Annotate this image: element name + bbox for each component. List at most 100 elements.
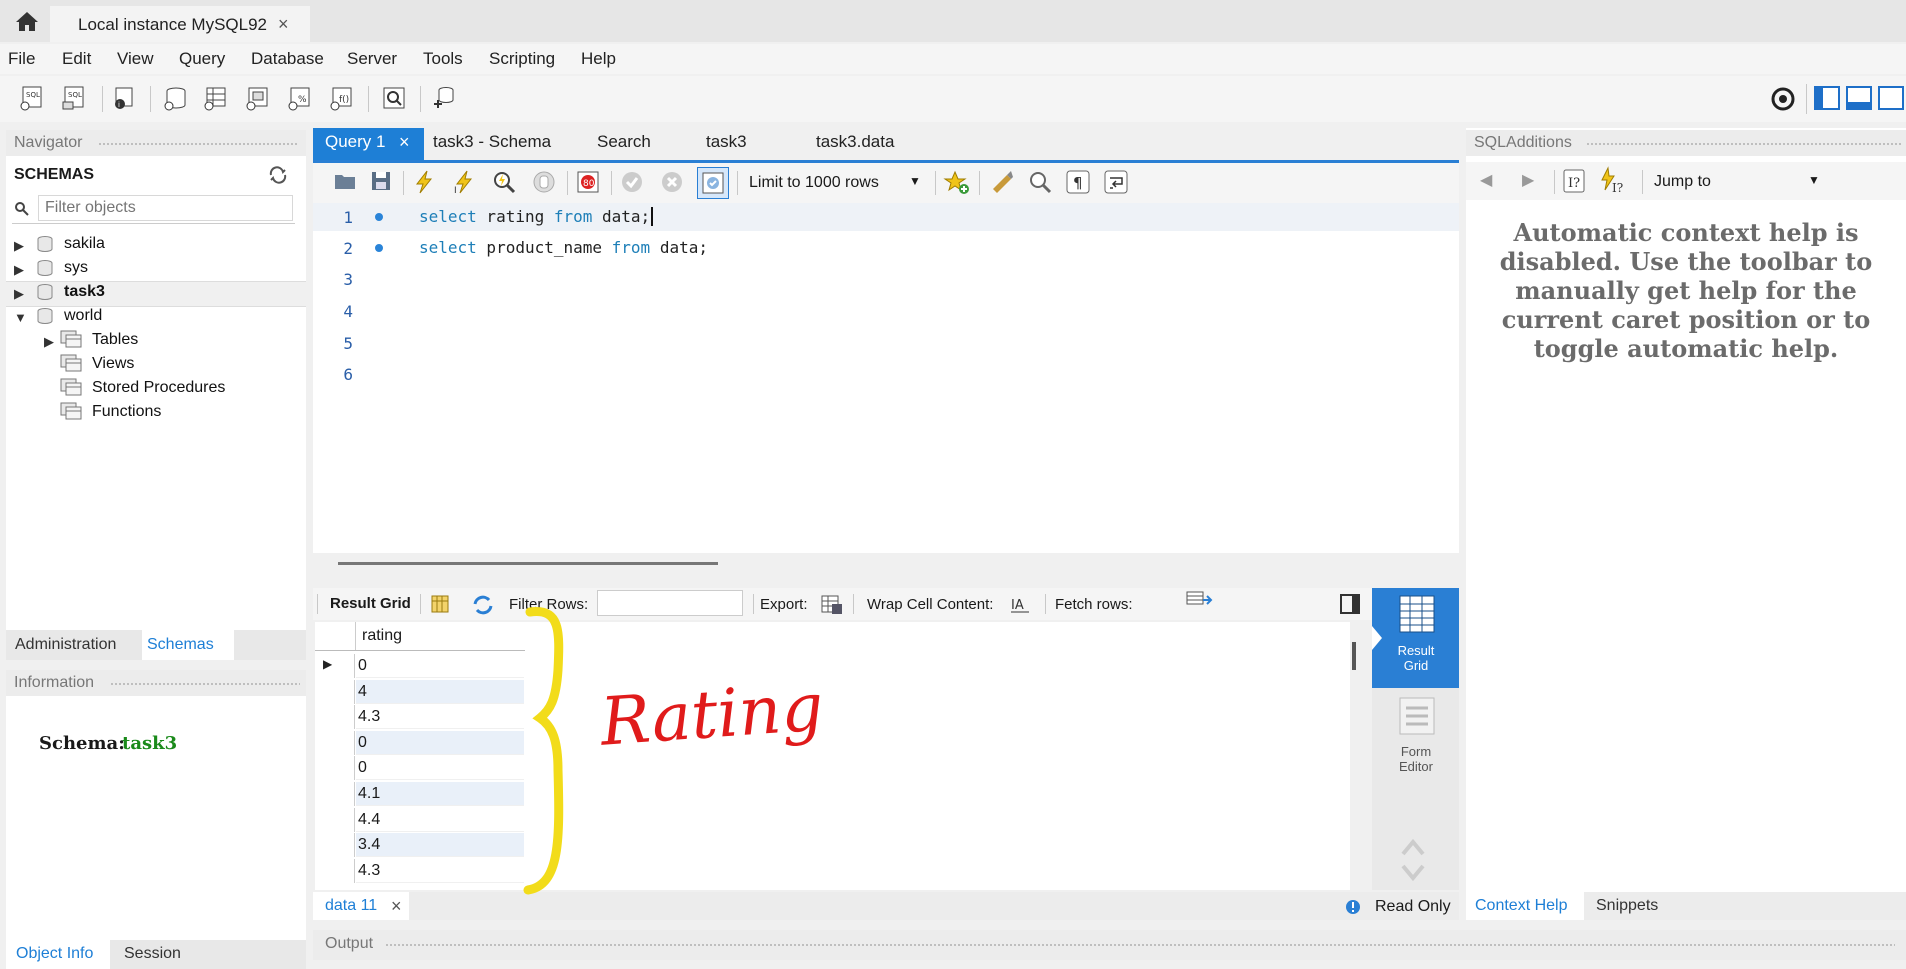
expand-arrow-icon[interactable]: ▶	[14, 262, 24, 278]
grid-cell-rating[interactable]: 0	[356, 731, 524, 755]
stop-icon[interactable]	[531, 169, 557, 195]
refresh-icon[interactable]	[471, 594, 495, 616]
create-view-icon[interactable]	[244, 84, 272, 112]
column-header-rating[interactable]: rating	[362, 627, 402, 645]
create-procedure-icon[interactable]: %	[286, 84, 314, 112]
grid-cell-rating[interactable]: 4	[356, 680, 524, 704]
schema-sakila[interactable]: sakila	[64, 235, 105, 253]
connection-tab[interactable]: Local instance MySQL92 ×	[50, 6, 310, 42]
tab-snippets[interactable]: Snippets	[1596, 897, 1658, 915]
new-sql-tab-icon[interactable]: SQL	[18, 84, 46, 112]
menu-database[interactable]: Database	[251, 49, 324, 69]
refresh-schemas-icon[interactable]	[268, 166, 288, 184]
auto-help-icon[interactable]: I?	[1598, 166, 1626, 194]
schema-sys[interactable]: sys	[64, 259, 88, 277]
manual-help-icon[interactable]: I?	[1562, 168, 1586, 194]
row-header[interactable]: ▶	[315, 654, 355, 678]
export-icon[interactable]	[820, 592, 844, 616]
commit-icon[interactable]	[619, 169, 645, 195]
schema-world[interactable]: world	[64, 307, 102, 325]
expand-arrow-icon[interactable]: ▶	[14, 238, 24, 254]
tab-object-info[interactable]: Object Info	[16, 945, 93, 963]
wrap-cell-icon[interactable]: IA	[1009, 594, 1031, 614]
inspector-icon[interactable]: i	[110, 84, 138, 112]
toggle-output-icon[interactable]	[1846, 86, 1872, 110]
tab-task3-schema[interactable]: task3 - Schema	[433, 132, 551, 160]
invisible-chars-icon[interactable]: ¶	[1065, 169, 1091, 195]
menu-tools[interactable]: Tools	[423, 49, 463, 69]
beautify-icon[interactable]	[989, 169, 1015, 195]
grid-cell-rating[interactable]: 0	[356, 756, 524, 780]
grid-cell-rating[interactable]: 4.3	[356, 705, 524, 729]
tab-administration[interactable]: Administration	[15, 636, 116, 654]
search-table-data-icon[interactable]	[380, 84, 408, 112]
create-function-icon[interactable]: f()	[328, 84, 356, 112]
row-header[interactable]	[315, 859, 355, 883]
code-line-2[interactable]: select product_name from data;	[419, 238, 708, 257]
open-sql-script-icon[interactable]: SQL	[60, 84, 88, 112]
code-line-1[interactable]: select rating from data;	[419, 207, 654, 226]
filter-objects-input[interactable]	[38, 195, 293, 221]
menu-view[interactable]: View	[117, 49, 154, 69]
form-editor-view-button[interactable]: Form Editor	[1372, 690, 1459, 790]
toggle-result-panel-icon[interactable]	[1340, 594, 1360, 614]
rollback-icon[interactable]	[659, 169, 685, 195]
result-grid-view-button[interactable]: Result Grid	[1372, 588, 1459, 688]
world-views[interactable]: Views	[92, 355, 134, 373]
tab-context-help[interactable]: Context Help	[1475, 897, 1568, 915]
tab-search[interactable]: Search	[597, 132, 651, 160]
expand-arrow-icon[interactable]: ▶	[14, 286, 24, 302]
row-header[interactable]	[315, 680, 355, 704]
back-icon[interactable]: ◀	[1480, 170, 1492, 190]
row-header[interactable]	[315, 756, 355, 780]
tab-session[interactable]: Session	[124, 945, 181, 963]
row-header[interactable]	[315, 705, 355, 729]
grid-columns-icon[interactable]	[430, 594, 450, 614]
execute-icon[interactable]	[411, 169, 437, 195]
toggle-secondary-sidebar-icon[interactable]	[1878, 86, 1904, 110]
open-file-icon[interactable]	[333, 169, 357, 193]
row-header[interactable]	[315, 808, 355, 832]
close-icon[interactable]: ×	[391, 896, 402, 917]
grid-cell-rating[interactable]: 3.4	[356, 833, 524, 857]
stop-on-error-icon[interactable]: 80	[575, 169, 601, 195]
scroll-updown-icon[interactable]	[1400, 836, 1426, 884]
toggle-sidebar-icon[interactable]	[1814, 86, 1840, 110]
grid-cell-rating[interactable]: 4.4	[356, 808, 524, 832]
close-icon[interactable]: ×	[278, 14, 289, 35]
tab-query-1[interactable]: Query 1 ×	[313, 128, 424, 160]
create-schema-icon[interactable]	[162, 84, 190, 112]
tab-task3[interactable]: task3	[706, 132, 747, 160]
close-icon[interactable]: ×	[399, 132, 410, 153]
autocommit-toggle[interactable]	[697, 167, 729, 199]
tab-schemas[interactable]: Schemas	[147, 636, 214, 654]
menu-query[interactable]: Query	[179, 49, 225, 69]
world-tables[interactable]: Tables	[92, 331, 138, 349]
limit-rows-select[interactable]: Limit to 1000 rows ▼	[745, 167, 927, 197]
reconnect-icon[interactable]	[430, 84, 458, 112]
explain-icon[interactable]	[491, 169, 517, 195]
forward-icon[interactable]: ▶	[1522, 170, 1534, 190]
fetch-next-icon[interactable]	[1185, 590, 1213, 610]
menu-server[interactable]: Server	[347, 49, 397, 69]
tab-task3-data[interactable]: task3.data	[816, 132, 894, 160]
find-icon[interactable]	[1027, 169, 1053, 195]
jump-to-select[interactable]: Jump to ▼	[1650, 166, 1826, 196]
menu-scripting[interactable]: Scripting	[489, 49, 555, 69]
schema-task3[interactable]: task3	[64, 283, 105, 301]
menu-file[interactable]: File	[8, 49, 35, 69]
result-tab-data-11[interactable]: data 11	[325, 897, 377, 915]
home-icon[interactable]	[14, 10, 40, 32]
settings-icon[interactable]	[1770, 86, 1796, 112]
row-header[interactable]	[315, 833, 355, 857]
world-functions[interactable]: Functions	[92, 403, 161, 421]
row-header[interactable]	[315, 782, 355, 806]
execute-current-icon[interactable]: I	[451, 169, 477, 195]
grid-cell-rating[interactable]: 4.1	[356, 782, 524, 806]
horizontal-scrollbar[interactable]	[338, 562, 718, 565]
collapse-arrow-icon[interactable]: ▼	[14, 310, 27, 325]
menu-edit[interactable]: Edit	[62, 49, 91, 69]
vertical-scrollbar[interactable]	[1352, 642, 1356, 670]
grid-cell-rating[interactable]: 0	[356, 654, 524, 678]
menu-help[interactable]: Help	[581, 49, 616, 69]
